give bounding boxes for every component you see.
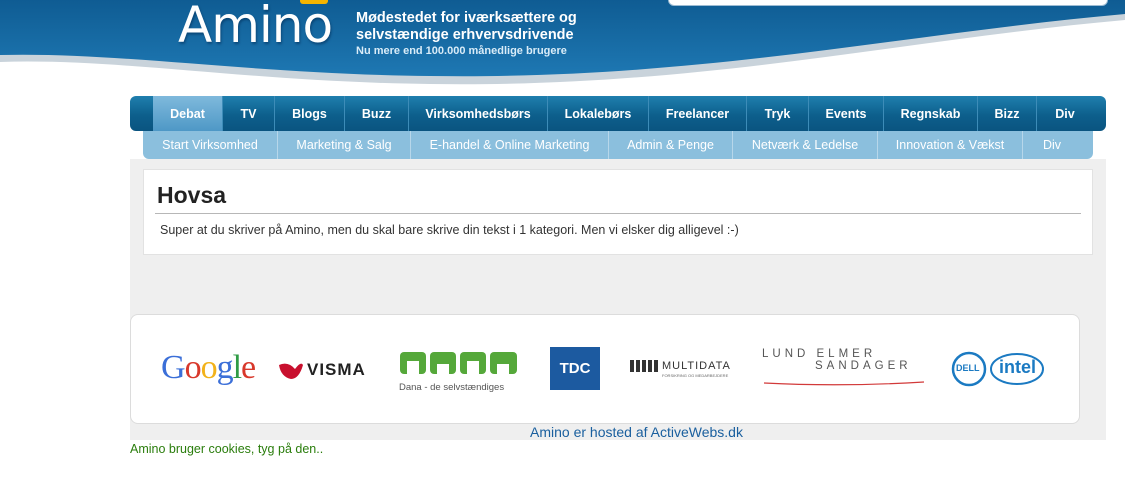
visma-logo[interactable]: VISMA bbox=[277, 359, 369, 386]
subnav-innovation-vaekst[interactable]: Innovation & Vækst bbox=[878, 131, 1023, 159]
subnav-netvaerk-ledelse[interactable]: Netværk & Ledelse bbox=[733, 131, 878, 159]
tab-lokalebors[interactable]: Lokalebørs bbox=[548, 96, 649, 131]
hosted-by-link[interactable]: Amino er hosted af ActiveWebs.dk bbox=[530, 424, 743, 440]
message-box: Hovsa Super at du skriver på Amino, men … bbox=[143, 169, 1093, 255]
dana-mark-icon bbox=[400, 352, 517, 374]
multidata-subtext: FORSIKRING OG MEDARBEJDERE bbox=[662, 373, 729, 378]
message-title: Hovsa bbox=[157, 182, 227, 208]
tdc-text: TDC bbox=[559, 360, 591, 377]
intel-text: intel bbox=[999, 357, 1037, 377]
tab-virksomhedsbors[interactable]: Virksomhedsbørs bbox=[409, 96, 548, 131]
tagline-line-2: selvstændige erhvervsdrivende bbox=[356, 27, 574, 43]
main-nav: Debat TV Blogs Buzz Virksomhedsbørs Loka… bbox=[130, 96, 1106, 131]
visma-text: VISMA bbox=[307, 360, 366, 379]
multidata-text: MULTIDATA bbox=[662, 360, 731, 372]
tagline-line-1: Mødestedet for iværksættere og bbox=[356, 10, 577, 26]
tdc-logo[interactable]: TDC bbox=[550, 347, 600, 390]
header-banner: Amino Mødestedet for iværksættere og sel… bbox=[0, 0, 1125, 90]
tab-blogs[interactable]: Blogs bbox=[275, 96, 345, 131]
tab-tryk[interactable]: Tryk bbox=[747, 96, 809, 131]
tab-tv[interactable]: TV bbox=[223, 96, 275, 131]
tab-events[interactable]: Events bbox=[809, 96, 884, 131]
tagline-user-count: Nu mere end 100.000 månedlige brugere bbox=[356, 45, 567, 57]
cookie-notice: Amino bruger cookies, tyg på den.. bbox=[130, 442, 324, 456]
subnav-div[interactable]: Div bbox=[1023, 131, 1081, 159]
tab-buzz[interactable]: Buzz bbox=[345, 96, 409, 131]
tab-freelancer[interactable]: Freelancer bbox=[649, 96, 747, 131]
sub-nav: Start Virksomhed Marketing & Salg E-hand… bbox=[143, 131, 1093, 159]
lund-swoosh-icon bbox=[763, 381, 925, 386]
site-tagline: Mødestedet for iværksættere og selvstænd… bbox=[356, 10, 577, 58]
lund-elmer-text: LUND ELMER bbox=[762, 348, 877, 360]
dana-logo[interactable]: Dana - de selvstændiges bbox=[399, 349, 519, 393]
dell-text: DELL bbox=[956, 363, 980, 373]
multidata-mark-icon bbox=[630, 360, 658, 372]
divider bbox=[155, 213, 1081, 214]
multidata-logo[interactable]: MULTIDATA FORSIKRING OG MEDARBEJDERE bbox=[630, 359, 730, 378]
sponsor-logos: Google VISMA Dana - de selvstændiges TDC bbox=[130, 314, 1080, 424]
subnav-ehandel[interactable]: E-handel & Online Marketing bbox=[411, 131, 609, 159]
tab-div[interactable]: Div bbox=[1037, 96, 1093, 131]
message-text: Super at du skriver på Amino, men du ska… bbox=[160, 223, 739, 237]
subnav-marketing-salg[interactable]: Marketing & Salg bbox=[278, 131, 411, 159]
dana-caption: Dana - de selvstændiges bbox=[399, 382, 505, 393]
subnav-admin-penge[interactable]: Admin & Penge bbox=[609, 131, 733, 159]
tab-bizz[interactable]: Bizz bbox=[978, 96, 1037, 131]
search-input[interactable] bbox=[668, 0, 1108, 6]
tab-regnskab[interactable]: Regnskab bbox=[884, 96, 978, 131]
tab-debat[interactable]: Debat bbox=[153, 96, 223, 131]
amino-logo[interactable]: Amino bbox=[178, 0, 333, 54]
lund-elmer-sandager-logo[interactable]: LUND ELMER SANDAGER bbox=[762, 348, 927, 390]
subnav-start-virksomhed[interactable]: Start Virksomhed bbox=[143, 131, 278, 159]
google-logo[interactable]: Google bbox=[161, 349, 256, 387]
sandager-text: SANDAGER bbox=[815, 360, 912, 372]
dell-intel-logo[interactable]: DELL intel bbox=[951, 351, 1044, 392]
